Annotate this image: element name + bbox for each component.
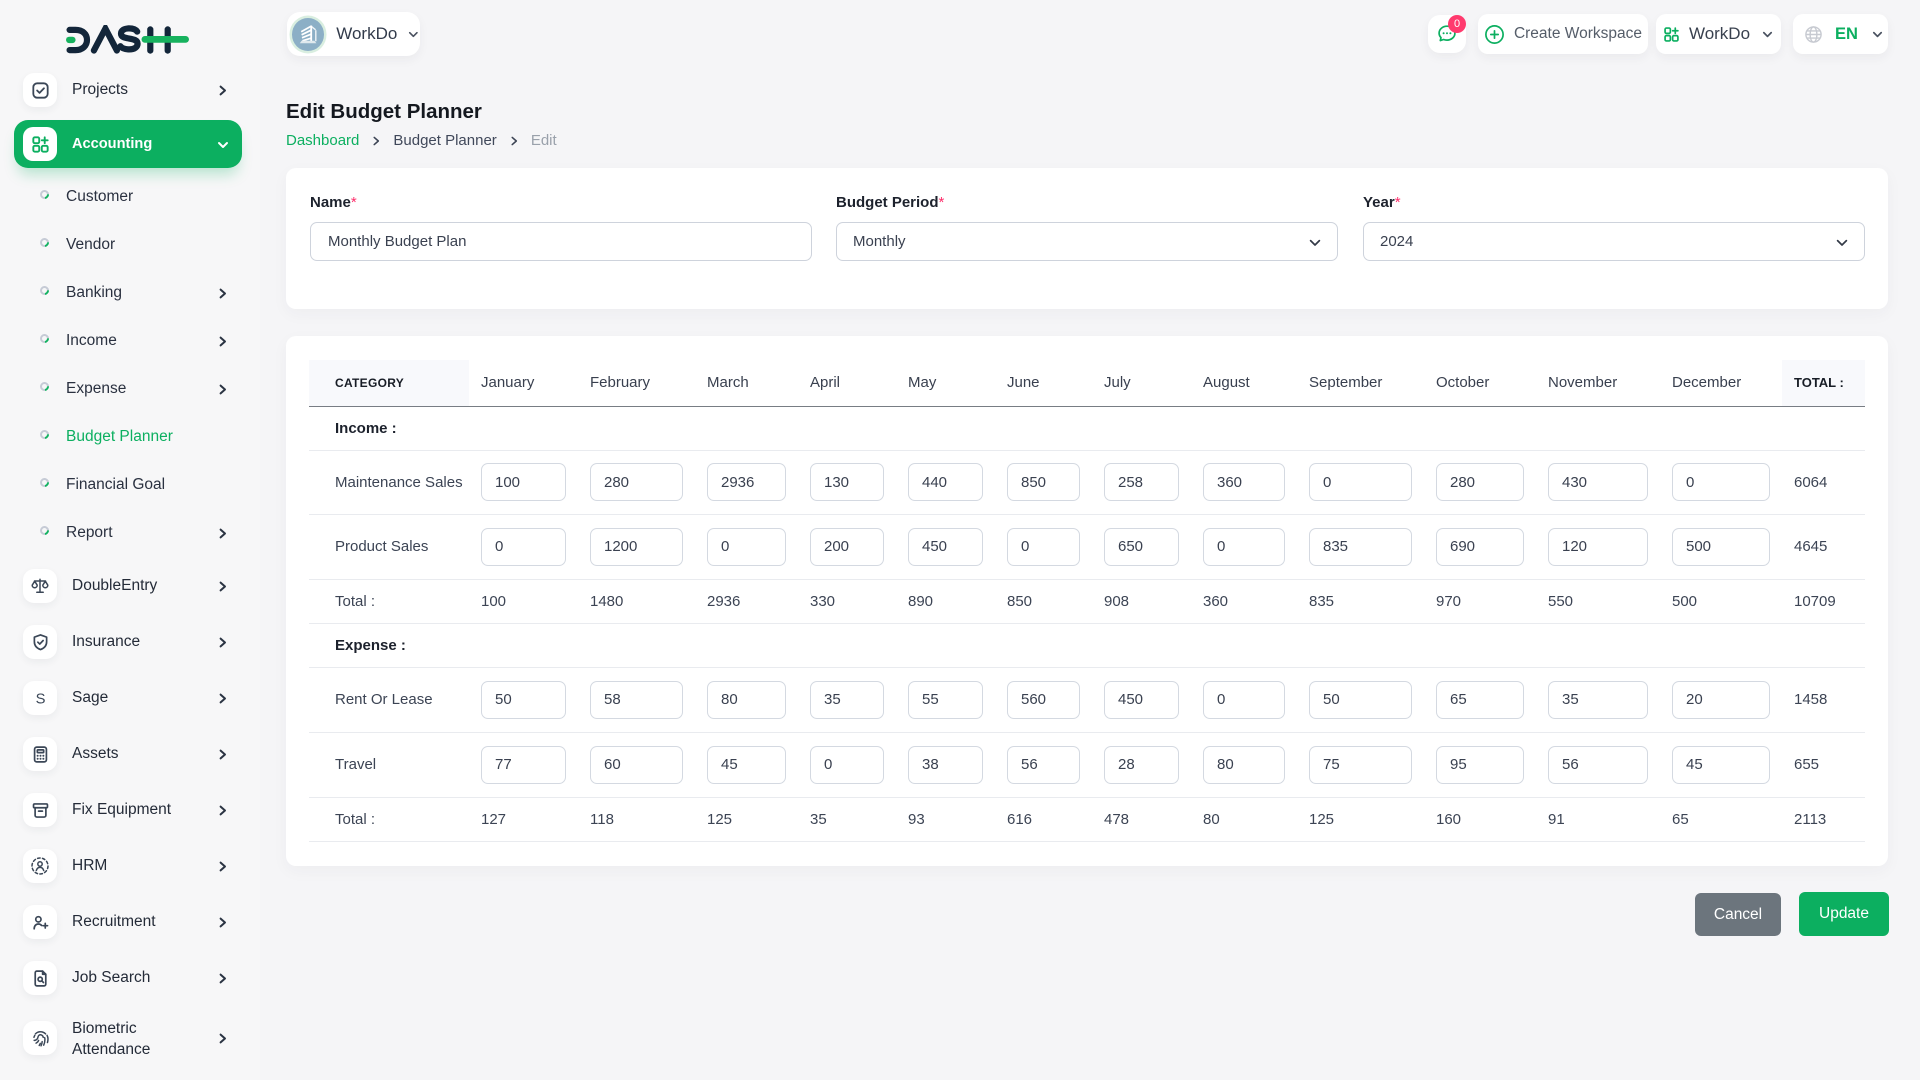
svg-text:S: S — [35, 691, 45, 707]
